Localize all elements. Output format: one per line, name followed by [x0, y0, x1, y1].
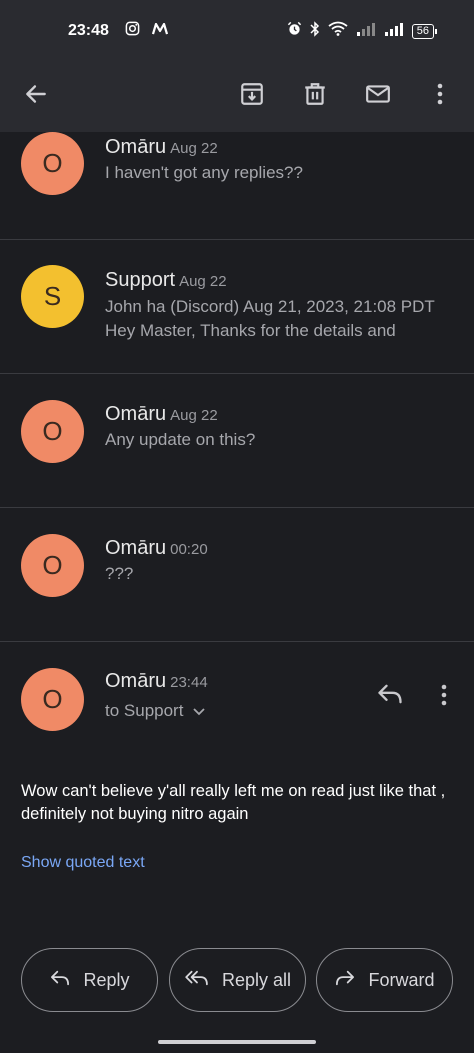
- avatar: O: [21, 668, 84, 731]
- list-item[interactable]: S Support Aug 22 John ha (Discord) Aug 21…: [0, 240, 474, 374]
- sender-name: Omāru 00:20: [105, 537, 208, 560]
- recipient-toggle[interactable]: to Support: [105, 701, 206, 721]
- message-date: Aug 22: [179, 273, 227, 290]
- list-item[interactable]: O Omāru 00:20 ???: [0, 508, 474, 642]
- reply-icon: [49, 969, 71, 992]
- battery-indicator: 56: [411, 23, 438, 39]
- message-body: Wow can't believe y'all really left me o…: [21, 782, 446, 823]
- sender-name: Omāru Aug 22: [105, 403, 218, 426]
- archive-icon[interactable]: [236, 78, 268, 110]
- message-snippet-line-2: Hey Master, Thanks for the details and: [105, 321, 396, 340]
- sender-label: Omāru: [105, 670, 167, 692]
- message-snippet: I haven't got any replies??: [105, 163, 303, 182]
- avatar: O: [21, 400, 84, 463]
- mail-icon[interactable]: [362, 78, 394, 110]
- alarm-icon: [287, 21, 302, 41]
- trash-icon[interactable]: [299, 78, 331, 110]
- avatar: O: [21, 132, 84, 195]
- app-notification-icon: [151, 22, 168, 40]
- reply-all-icon: [184, 969, 210, 992]
- more-vert-icon[interactable]: [440, 683, 450, 707]
- reply-button[interactable]: Reply: [21, 948, 158, 1012]
- message-date: Aug 22: [170, 407, 218, 424]
- message-snippet: ???: [105, 564, 134, 583]
- recipient-label: to Support: [105, 701, 184, 720]
- instagram-icon: [125, 21, 140, 41]
- home-indicator[interactable]: [158, 1040, 316, 1044]
- reply-icon[interactable]: [376, 682, 406, 708]
- sender-name: Omāru 23:44: [105, 670, 208, 693]
- message-date: 00:20: [170, 541, 208, 558]
- forward-button-label: Forward: [368, 969, 435, 990]
- sender-name: Omāru Aug 22: [105, 136, 218, 159]
- toolbar: [0, 62, 474, 132]
- message-date: Aug 22: [170, 140, 218, 157]
- list-item[interactable]: O Omāru Aug 22 Any update on this?: [0, 374, 474, 508]
- sender-label: Omāru: [105, 537, 167, 559]
- forward-button[interactable]: Forward: [316, 948, 453, 1012]
- list-item[interactable]: O Omāru Aug 22 I haven't got any replies?…: [0, 132, 474, 240]
- message-snippet: Any update on this?: [105, 430, 256, 449]
- arrow-left-icon[interactable]: [20, 78, 52, 110]
- sender-label: Omāru: [105, 136, 167, 158]
- status-time: 23:48: [68, 22, 109, 39]
- message-snippet: John ha (Discord) Aug 21, 2023, 21:08 PD…: [105, 297, 435, 316]
- avatar: O: [21, 534, 84, 597]
- reply-all-button[interactable]: Reply all: [169, 948, 306, 1012]
- sender-label: Support: [105, 269, 176, 291]
- show-quoted-text-link[interactable]: Show quoted text: [21, 854, 145, 872]
- chevron-down-icon: [193, 701, 206, 721]
- signal-icon-2: [384, 22, 404, 41]
- avatar: S: [21, 265, 84, 328]
- reply-all-button-label: Reply all: [221, 969, 292, 990]
- sender-name: Support Aug 22: [105, 269, 227, 292]
- status-bar: 23:48 56: [0, 0, 474, 62]
- forward-icon: [334, 969, 356, 992]
- message-time: 23:44: [170, 674, 208, 691]
- reply-button-label: Reply: [83, 969, 130, 990]
- wifi-icon: [328, 21, 348, 41]
- more-vert-icon[interactable]: [424, 78, 456, 110]
- signal-icon: [356, 22, 376, 41]
- sender-label: Omāru: [105, 403, 167, 425]
- bluetooth-icon: [310, 20, 320, 42]
